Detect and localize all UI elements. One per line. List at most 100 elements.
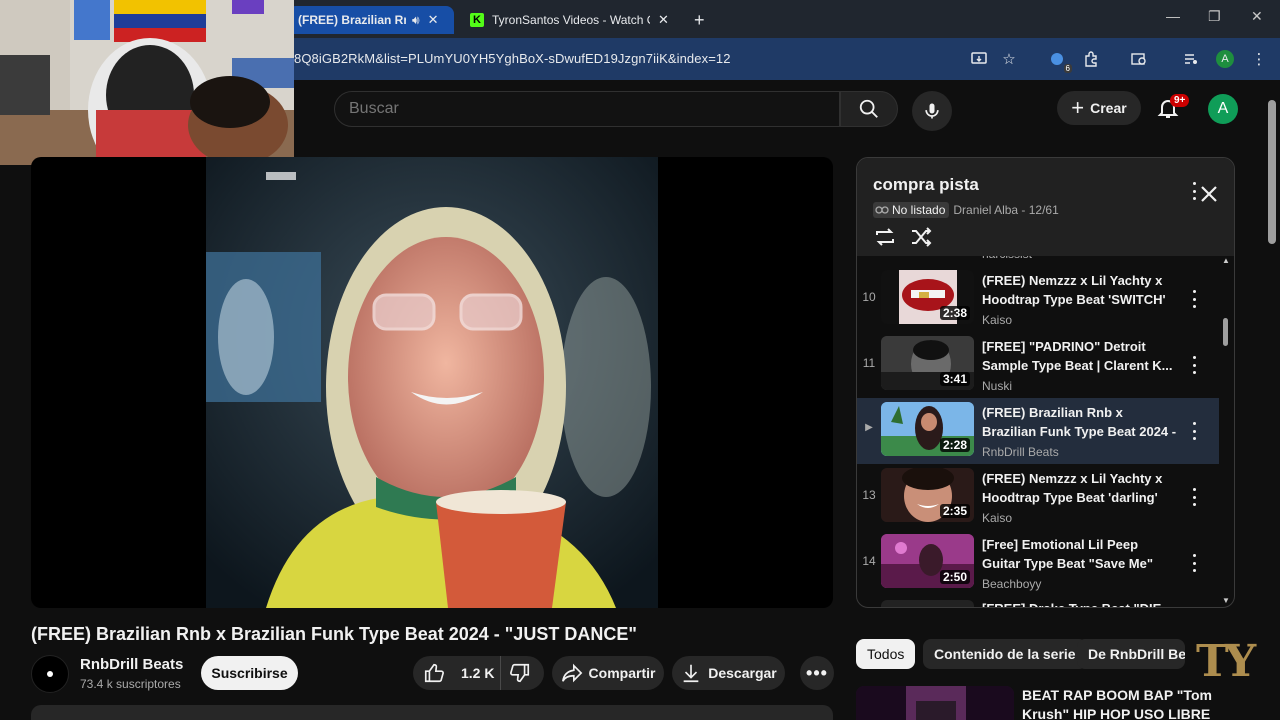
playlist-item-title[interactable]: [FREE] Drake Type Beat "DIE (982, 599, 1177, 607)
create-button[interactable]: + Crear (1057, 91, 1141, 125)
recommendation-title[interactable]: BEAT RAP BOOM BAP "Tom Krush" HIP HOP US… (1022, 686, 1212, 720)
item-menu-icon[interactable] (1186, 554, 1202, 572)
share-label: Compartir (588, 665, 656, 681)
unlisted-badge: No listado (873, 202, 950, 218)
playlist-item-title[interactable]: [Free] Emotional Lil Peep Guitar Type Be… (982, 535, 1177, 573)
new-tab-button[interactable]: + (684, 6, 715, 34)
playlist-title[interactable]: compra pista (873, 175, 979, 195)
tab-kick[interactable]: K TyronSantos Videos - Watch O ✕ (460, 6, 690, 34)
search-button[interactable] (840, 91, 898, 127)
download-button[interactable]: Descargar (672, 656, 785, 690)
unlisted-label: No listado (892, 203, 946, 217)
playlist-owner-position: Draniel Alba - 12/61 (953, 203, 1059, 217)
chip-series[interactable]: Contenido de la serie (923, 639, 1087, 669)
video-thumbnail[interactable] (881, 600, 974, 607)
plus-icon: + (1071, 95, 1085, 120)
more-horizontal-icon: ••• (806, 662, 828, 683)
channel-avatar[interactable] (31, 655, 69, 693)
playlist-item-channel: Beachboyy (982, 577, 1042, 591)
recommendation-thumbnail[interactable] (856, 686, 1014, 720)
playlist-item-channel: RnbDrill Beats (982, 445, 1059, 459)
link-icon (875, 206, 889, 214)
chip-all[interactable]: Todos (856, 639, 916, 669)
like-dislike-group: 1.2 K (413, 656, 544, 690)
close-tab-icon[interactable]: ✕ (658, 12, 669, 28)
loop-icon[interactable] (873, 225, 897, 249)
channel-name[interactable]: RnbDrill Beats (80, 656, 183, 673)
item-menu-icon[interactable] (1186, 422, 1202, 440)
playlist-item-title[interactable]: [FREE] "PADRINO" Detroit Sample Type Bea… (982, 337, 1177, 375)
playlist-item-title[interactable]: (FREE) Brazilian Rnb x Brazilian Funk Ty… (982, 403, 1177, 441)
subscribe-button[interactable]: Suscribirse (201, 656, 298, 690)
video-thumbnail[interactable]: 2:38 (881, 270, 974, 324)
video-thumbnail[interactable]: 2:50 (881, 534, 974, 588)
playlist-item-channel: Nuski (982, 379, 1013, 393)
partial-item-channel: narcissist (982, 256, 1032, 261)
video-frame (206, 157, 658, 608)
tab-search-icon[interactable] (1128, 48, 1150, 70)
microphone-icon (925, 103, 939, 119)
minimize-icon[interactable]: — (1166, 8, 1180, 24)
page-scrollbar-thumb[interactable] (1268, 100, 1276, 244)
playlist-item-title[interactable]: (FREE) Nemzzz x Lil Yachty x Hoodtrap Ty… (982, 469, 1177, 507)
browser-menu-icon[interactable]: ⋮ (1248, 48, 1270, 70)
bookmark-star-icon[interactable]: ☆ (998, 48, 1020, 70)
kick-logo-icon: K (470, 13, 484, 27)
playlist-item-partial[interactable]: [FREE] Drake Type Beat "DIE (857, 596, 1219, 607)
playlist-item[interactable]: 14 2:50 [Free] Emotional Lil Peep Guitar… (857, 530, 1219, 596)
close-tab-icon[interactable]: ✕ (428, 12, 439, 28)
account-avatar[interactable]: A (1208, 94, 1238, 124)
video-thumbnail[interactable]: 2:28 (881, 402, 974, 456)
playlist-item[interactable]: 13 2:35 (FREE) Nemzzz x Lil Yachty x Hoo… (857, 464, 1219, 530)
video-duration: 2:50 (939, 570, 970, 584)
extension-badge: 6 (1063, 64, 1072, 73)
search-box[interactable] (334, 91, 840, 127)
channel-watermark-logo: TY (1196, 636, 1256, 687)
tab-youtube-label: (FREE) Brazilian Rnb x B (298, 13, 406, 27)
video-title: (FREE) Brazilian Rnb x Brazilian Funk Ty… (31, 624, 637, 644)
tab-youtube[interactable]: (FREE) Brazilian Rnb x B 🔊︎ ✕ (288, 6, 454, 34)
playlist-menu-icon[interactable] (1186, 182, 1202, 200)
playlist-item-index: 14 (862, 554, 876, 568)
playlist-item[interactable]: 11 3:41 [FREE] "PADRINO" Detroit Sample … (857, 332, 1219, 398)
speaker-icon[interactable]: 🔊︎ (412, 13, 420, 28)
more-actions-button[interactable]: ••• (800, 656, 834, 690)
puzzle-extensions-icon[interactable] (1080, 48, 1102, 70)
video-duration: 2:38 (939, 306, 970, 320)
voice-search-button[interactable] (912, 91, 952, 131)
chip-channel[interactable]: De RnbDrill Beat (1077, 639, 1185, 669)
playlist-header: compra pista No listado Draniel Alba - 1… (857, 158, 1234, 256)
playlist-items: narcissist ▲ 10 2:38 (FREE) Nemzzz x Lil… (857, 256, 1234, 607)
playlist-item-title[interactable]: (FREE) Nemzzz x Lil Yachty x Hoodtrap Ty… (982, 271, 1177, 309)
playlist-scrollbar[interactable] (1220, 256, 1230, 607)
share-button[interactable]: Compartir (552, 656, 664, 690)
media-controls-icon[interactable] (1180, 48, 1202, 70)
like-button[interactable]: 1.2 K (413, 656, 501, 690)
thumbs-up-icon (424, 663, 444, 683)
video-thumbnail[interactable]: 3:41 (881, 336, 974, 390)
description-box[interactable] (31, 705, 833, 720)
playlist-panel: compra pista No listado Draniel Alba - 1… (856, 157, 1235, 608)
browser-profile-avatar[interactable]: A (1216, 50, 1234, 68)
playlist-item-index: 10 (862, 290, 876, 304)
extension-icon[interactable]: 6 (1046, 48, 1072, 73)
install-app-icon[interactable] (968, 48, 990, 70)
video-thumbnail[interactable]: 2:35 (881, 468, 974, 522)
shuffle-icon[interactable] (909, 225, 933, 249)
subscriber-count: 73.4 k suscriptores (80, 677, 181, 691)
video-player[interactable] (31, 157, 833, 608)
item-menu-icon[interactable] (1186, 290, 1202, 308)
scroll-down-arrow-icon[interactable]: ▼ (1222, 596, 1230, 605)
item-menu-icon[interactable] (1186, 488, 1202, 506)
playlist-item-current[interactable]: ▶ 2:28 (FREE) Brazilian Rnb x Brazilian … (857, 398, 1219, 464)
playlist-item[interactable]: 10 2:38 (FREE) Nemzzz x Lil Yachty x Hoo… (857, 266, 1219, 332)
dislike-button[interactable] (501, 656, 544, 690)
item-menu-icon[interactable] (1186, 356, 1202, 374)
close-window-icon[interactable]: ✕ (1251, 8, 1263, 25)
search-input[interactable] (349, 100, 839, 118)
playlist-scroll-thumb[interactable] (1223, 318, 1228, 346)
restore-icon[interactable]: ❐ (1208, 8, 1221, 25)
playlist-item-channel: Kaiso (982, 511, 1013, 525)
url-field[interactable]: 8Q8iGB2RkM&list=PLUmYU0YH5YghBoX-sDwufED… (294, 51, 731, 66)
like-count: 1.2 K (461, 665, 495, 681)
